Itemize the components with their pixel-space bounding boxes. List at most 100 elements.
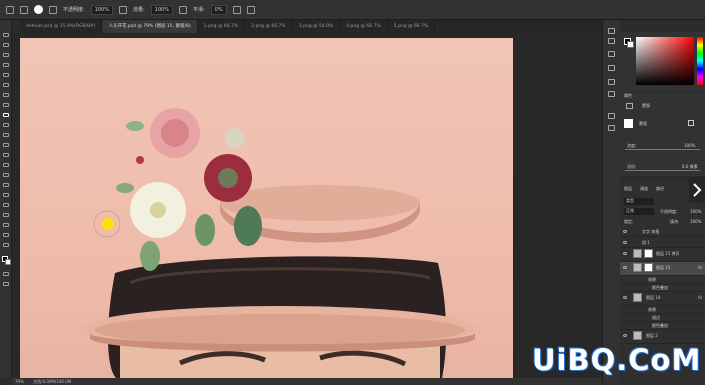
gradient-tool-icon[interactable] xyxy=(3,153,9,157)
bud-white xyxy=(225,128,245,148)
pixel-mask-icon[interactable] xyxy=(626,103,633,109)
pen-tool-icon[interactable] xyxy=(3,183,9,187)
background-color-swatch[interactable] xyxy=(5,259,11,265)
layer-row[interactable]: 文字 海报 xyxy=(620,226,705,237)
effects-row[interactable]: 效果 xyxy=(620,306,705,314)
tab-document[interactable]: 2.png @ 66.7% xyxy=(245,20,293,33)
marquee-tool-icon[interactable] xyxy=(3,43,9,47)
pressure-opacity-icon[interactable] xyxy=(118,5,127,14)
effect-name: 描边 xyxy=(652,315,660,320)
history-brush-tool-icon[interactable] xyxy=(3,133,9,137)
clone-stamp-tool-icon[interactable] xyxy=(3,123,9,127)
effect-row[interactable]: 颜色叠加 xyxy=(620,284,705,292)
styles-icon[interactable] xyxy=(608,125,615,131)
healing-tool-icon[interactable] xyxy=(3,103,9,107)
smoothing-field[interactable]: 0% xyxy=(210,4,227,15)
collapse-panel-button[interactable] xyxy=(689,177,705,203)
blur-tool-icon[interactable] xyxy=(3,163,9,167)
eraser-tool-icon[interactable] xyxy=(3,143,9,147)
artwork xyxy=(85,108,475,378)
document-canvas[interactable] xyxy=(20,38,513,378)
visibility-eye-icon[interactable] xyxy=(623,252,627,255)
layer-row[interactable]: 组 1 xyxy=(620,237,705,248)
history-icon[interactable] xyxy=(608,28,615,34)
tab-document[interactable]: 4.png @ 66.7% xyxy=(340,20,388,33)
brush-tool-icon[interactable] xyxy=(3,113,9,117)
fill-value[interactable]: 100% xyxy=(690,219,701,224)
density-slider[interactable] xyxy=(625,149,700,150)
select-mask-icon[interactable] xyxy=(688,120,694,126)
path-select-tool-icon[interactable] xyxy=(3,203,9,207)
shape-tool-icon[interactable] xyxy=(3,213,9,217)
effects-row[interactable]: 效果 xyxy=(620,276,705,284)
tab-channels[interactable]: 通道 xyxy=(640,186,648,192)
hand-tool-icon[interactable] xyxy=(3,223,9,227)
tab-document[interactable]: 3.png @ 50.0% xyxy=(293,20,341,33)
tab-layers[interactable]: 图层 xyxy=(624,186,632,192)
layer-row[interactable]: 图层 14 fx xyxy=(620,292,705,306)
screen-mode-icon[interactable] xyxy=(3,282,9,286)
smoothing-settings-icon[interactable] xyxy=(232,5,241,14)
paragraph-icon[interactable] xyxy=(608,65,615,71)
blend-mode-select[interactable]: 正常 xyxy=(624,208,654,215)
symmetry-icon[interactable] xyxy=(246,5,255,14)
zoom-level[interactable]: 79% xyxy=(15,379,24,384)
brush-tool-icon[interactable] xyxy=(20,5,28,14)
layer-mask-thumbnail xyxy=(644,263,653,272)
brush-settings-panel-icon[interactable] xyxy=(608,91,615,97)
type-tool-icon[interactable] xyxy=(3,193,9,197)
move-tool-icon[interactable] xyxy=(3,33,9,37)
adjustments-icon[interactable] xyxy=(608,51,615,57)
brush-preset-picker[interactable] xyxy=(34,5,43,14)
feather-slider[interactable] xyxy=(625,170,700,171)
swatches-icon[interactable] xyxy=(608,113,615,119)
airbrush-icon[interactable] xyxy=(178,5,187,14)
effect-row[interactable]: 描边 xyxy=(620,314,705,322)
opacity-field[interactable]: 100% xyxy=(90,4,113,15)
layer-row-selected[interactable]: 图层 15 fx xyxy=(620,262,705,276)
document-size: 文档:6.00M/100.0M xyxy=(33,379,72,384)
flow-field[interactable]: 100% xyxy=(150,4,173,15)
visibility-eye-icon[interactable] xyxy=(623,334,627,337)
white-flower-center xyxy=(150,202,166,218)
color-panel-background[interactable] xyxy=(627,41,634,48)
character-icon[interactable] xyxy=(608,79,615,85)
zoom-tool-icon[interactable] xyxy=(3,233,9,237)
rose-pink-center xyxy=(161,119,189,147)
lasso-tool-icon[interactable] xyxy=(3,53,9,57)
home-icon[interactable] xyxy=(6,5,14,14)
tab-document[interactable]: 5.png @ 66.7% xyxy=(388,20,436,33)
tab-document[interactable]: 1.png @ 66.7% xyxy=(198,20,246,33)
tab-paths[interactable]: 路径 xyxy=(656,186,664,192)
layer-name: 图层 15 xyxy=(656,265,671,270)
quick-select-tool-icon[interactable] xyxy=(3,63,9,67)
layer-row[interactable]: 图层 15 拷贝 xyxy=(620,248,705,262)
properties-title: 属性 xyxy=(624,93,632,98)
color-picker-field[interactable] xyxy=(636,37,694,85)
edit-toolbar-icon[interactable] xyxy=(3,243,9,247)
chevron-right-icon xyxy=(693,183,702,197)
layer-opacity-value[interactable]: 100% xyxy=(690,209,701,214)
dodge-tool-icon[interactable] xyxy=(3,173,9,177)
frame-tool-icon[interactable] xyxy=(3,83,9,87)
properties-icon[interactable] xyxy=(608,38,615,44)
visibility-eye-icon[interactable] xyxy=(623,241,627,244)
eyedropper-tool-icon[interactable] xyxy=(3,93,9,97)
hue-slider[interactable] xyxy=(697,37,703,85)
tab-document-active[interactable]: 人头开花.psd @ 79% (图层 15, 蒙版/8) xyxy=(102,20,198,33)
brush-settings-icon[interactable] xyxy=(49,5,57,14)
quick-mask-icon[interactable] xyxy=(3,272,9,276)
fx-icon[interactable]: fx xyxy=(698,292,702,303)
layer-filter-kind[interactable]: 类型 xyxy=(624,198,654,205)
effect-name: 颜色叠加 xyxy=(652,323,668,328)
effects-label: 效果 xyxy=(648,277,656,282)
crop-tool-icon[interactable] xyxy=(3,73,9,77)
tab-document[interactable]: dehuan.psd @ 15.9%(RGB/8#) xyxy=(20,20,103,33)
visibility-eye-icon[interactable] xyxy=(623,296,627,299)
visibility-eye-icon[interactable] xyxy=(623,266,627,269)
effect-row[interactable]: 颜色叠加 xyxy=(620,322,705,330)
layer-row[interactable]: 图层 2 xyxy=(620,330,705,344)
visibility-eye-icon[interactable] xyxy=(623,230,627,233)
density-value[interactable]: 100% xyxy=(684,143,695,148)
fx-icon[interactable]: fx xyxy=(698,262,702,273)
